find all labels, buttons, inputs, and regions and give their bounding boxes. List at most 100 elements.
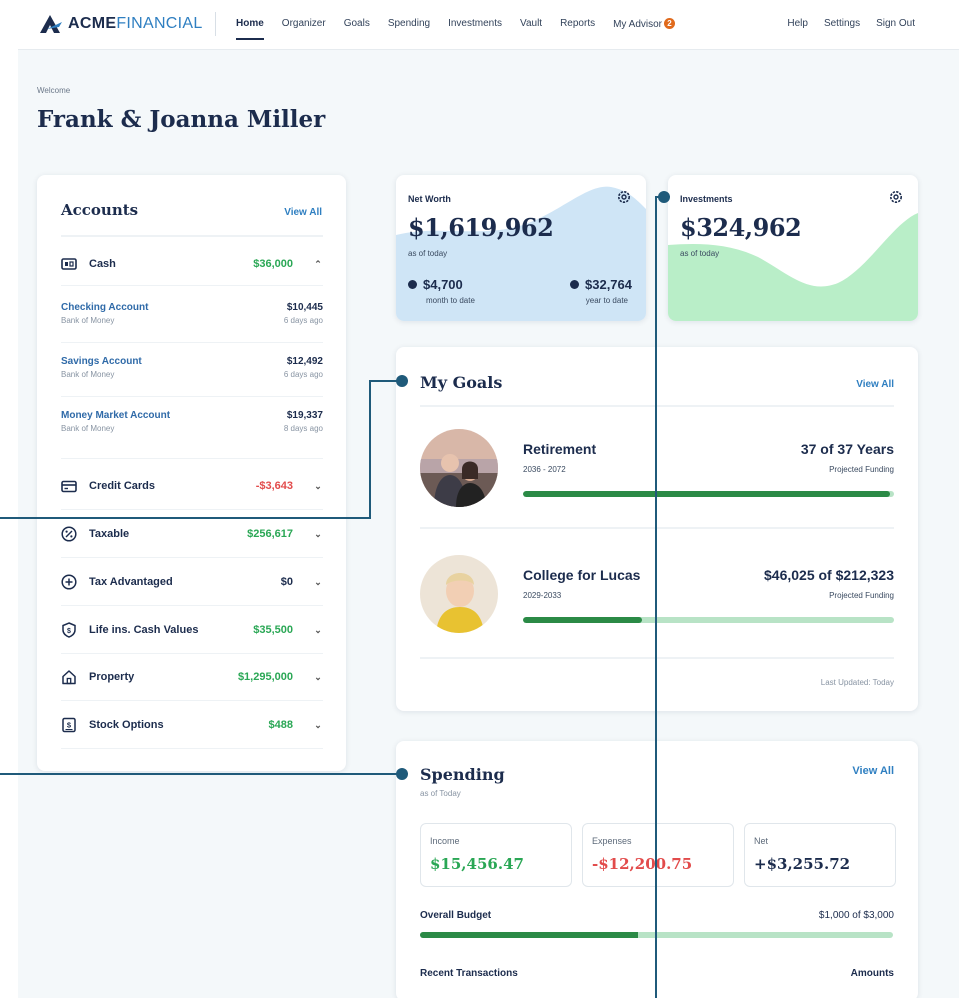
category-label: Taxable bbox=[89, 528, 130, 540]
account-bank: Bank of Money bbox=[61, 424, 115, 433]
category-row-tax-advantaged[interactable]: Tax Advantaged $0 ⌄ bbox=[61, 571, 323, 593]
nav-reports[interactable]: Reports bbox=[560, 18, 595, 30]
category-label: Cash bbox=[89, 258, 116, 270]
category-row-taxable[interactable]: Taxable $256,617 ⌄ bbox=[61, 523, 323, 545]
divider bbox=[61, 700, 323, 701]
retirement-goal-photo bbox=[420, 429, 498, 507]
goal-name[interactable]: College for Lucas bbox=[523, 567, 640, 583]
chevron-down-icon[interactable]: ⌄ bbox=[313, 529, 323, 540]
nav-organizer[interactable]: Organizer bbox=[282, 18, 326, 30]
page-title: Frank & Joanna Miller bbox=[37, 106, 326, 133]
divider bbox=[61, 458, 323, 459]
account-name[interactable]: Savings Account bbox=[61, 356, 142, 367]
category-row-property[interactable]: Property $1,295,000 ⌄ bbox=[61, 666, 323, 688]
acme-logo-icon bbox=[40, 15, 62, 33]
goal-progress-text: $46,025 of $212,323 bbox=[764, 567, 894, 583]
chevron-down-icon[interactable]: ⌄ bbox=[313, 672, 323, 683]
house-icon bbox=[61, 669, 77, 685]
help-link[interactable]: Help bbox=[787, 18, 808, 29]
income-label: Income bbox=[430, 836, 460, 846]
overall-budget-fill bbox=[420, 932, 638, 938]
account-balance: $19,337 bbox=[286, 410, 323, 421]
account-item[interactable]: Checking Account Bank of Money $10,445 6… bbox=[61, 302, 323, 338]
expenses-box[interactable]: Expenses -$12,200.75 bbox=[582, 823, 734, 887]
top-navigation-bar: ACMEFINANCIAL Home Organizer Goals Spend… bbox=[18, 0, 959, 50]
svg-text:$: $ bbox=[67, 721, 72, 730]
net-box[interactable]: Net +$3,255.72 bbox=[744, 823, 896, 887]
plus-circle-icon bbox=[61, 574, 77, 590]
sign-out-link[interactable]: Sign Out bbox=[876, 18, 915, 29]
income-box[interactable]: Income $15,456.47 bbox=[420, 823, 572, 887]
amounts-column-header: Amounts bbox=[850, 968, 894, 979]
settings-link[interactable]: Settings bbox=[824, 18, 860, 29]
category-label: Property bbox=[89, 671, 135, 683]
account-name[interactable]: Checking Account bbox=[61, 302, 148, 313]
chevron-down-icon[interactable]: ⌄ bbox=[313, 577, 323, 588]
category-amount: $36,000 bbox=[253, 258, 293, 270]
net-worth-as-of: as of today bbox=[408, 249, 448, 258]
account-item[interactable]: Savings Account Bank of Money $12,492 6 … bbox=[61, 356, 323, 392]
investments-card[interactable]: Investments $324,962 as of today bbox=[668, 175, 918, 321]
investments-value: $324,962 bbox=[680, 213, 802, 242]
credit-card-icon bbox=[61, 478, 77, 494]
accounts-view-all-link[interactable]: View All bbox=[284, 207, 322, 218]
spending-view-all-link[interactable]: View All bbox=[852, 765, 894, 777]
main-nav: Home Organizer Goals Spending Investment… bbox=[236, 18, 693, 40]
gear-icon[interactable] bbox=[888, 189, 904, 205]
category-row-life-insurance[interactable]: $ Life ins. Cash Values $35,500 ⌄ bbox=[61, 619, 323, 641]
mtd-change: $4,700 bbox=[408, 277, 463, 292]
chevron-up-icon[interactable]: ⌃ bbox=[313, 259, 323, 270]
my-goals-card: My Goals View All Retirement 2036 - 2072… bbox=[396, 347, 918, 711]
brand-name: ACMEFINANCIAL bbox=[68, 15, 203, 32]
goal-progress-fill bbox=[523, 617, 642, 623]
spending-as-of: as of Today bbox=[420, 789, 461, 798]
nav-my-advisor-label: My Advisor bbox=[613, 19, 662, 30]
shield-dollar-icon: $ bbox=[61, 622, 77, 638]
account-updated: 8 days ago bbox=[283, 424, 323, 433]
divider bbox=[61, 342, 323, 343]
brand-logo[interactable]: ACMEFINANCIAL bbox=[38, 14, 203, 34]
chevron-down-icon[interactable]: ⌄ bbox=[313, 481, 323, 492]
nav-spending[interactable]: Spending bbox=[388, 18, 430, 30]
account-name[interactable]: Money Market Account bbox=[61, 410, 170, 421]
category-row-stock-options[interactable]: $ Stock Options $488 ⌄ bbox=[61, 714, 323, 736]
cash-icon bbox=[61, 256, 77, 272]
goal-years: 2036 - 2072 bbox=[523, 465, 566, 474]
net-worth-value: $1,619,962 bbox=[408, 213, 554, 242]
divider bbox=[61, 557, 323, 558]
divider bbox=[61, 235, 323, 237]
overall-budget-bar bbox=[420, 932, 893, 938]
net-worth-card[interactable]: Net Worth $1,619,962 as of today $4,700 … bbox=[396, 175, 646, 321]
category-row-credit-cards[interactable]: Credit Cards -$3,643 ⌄ bbox=[61, 475, 323, 497]
nav-my-advisor[interactable]: My Advisor 2 bbox=[613, 18, 675, 30]
goals-view-all-link[interactable]: View All bbox=[856, 379, 894, 390]
accounts-card: Accounts View All Cash $36,000 ⌃ Checkin… bbox=[37, 175, 346, 771]
college-goal-photo bbox=[420, 555, 498, 633]
nav-vault[interactable]: Vault bbox=[520, 18, 542, 30]
chevron-down-icon[interactable]: ⌄ bbox=[313, 625, 323, 636]
spending-card: Spending as of Today View All Income $15… bbox=[396, 741, 918, 998]
overall-budget-value: $1,000 of $3,000 bbox=[818, 910, 894, 921]
spending-summary: Income $15,456.47 Expenses -$12,200.75 N… bbox=[420, 823, 896, 887]
divider bbox=[420, 527, 894, 529]
goal-funding-label: Projected Funding bbox=[829, 591, 894, 600]
overall-budget-label: Overall Budget bbox=[420, 910, 492, 921]
category-label: Tax Advantaged bbox=[89, 576, 173, 588]
ytd-change: $32,764 bbox=[570, 277, 632, 292]
nav-goals[interactable]: Goals bbox=[344, 18, 370, 30]
goal-name[interactable]: Retirement bbox=[523, 441, 596, 457]
nav-home[interactable]: Home bbox=[236, 18, 264, 40]
goals-title: My Goals bbox=[420, 373, 503, 392]
spending-title: Spending bbox=[420, 765, 505, 784]
accounts-title: Accounts bbox=[61, 201, 139, 219]
mtd-change-value: $4,700 bbox=[423, 277, 463, 292]
goal-progress-bar bbox=[523, 617, 894, 623]
account-bank: Bank of Money bbox=[61, 316, 115, 325]
gear-icon[interactable] bbox=[616, 189, 632, 205]
divider bbox=[420, 405, 894, 407]
category-row-cash[interactable]: Cash $36,000 ⌃ bbox=[61, 253, 323, 275]
account-item[interactable]: Money Market Account Bank of Money $19,3… bbox=[61, 410, 323, 446]
chevron-down-icon[interactable]: ⌄ bbox=[313, 720, 323, 731]
goal-progress-fill bbox=[523, 491, 891, 497]
nav-investments[interactable]: Investments bbox=[448, 18, 502, 30]
